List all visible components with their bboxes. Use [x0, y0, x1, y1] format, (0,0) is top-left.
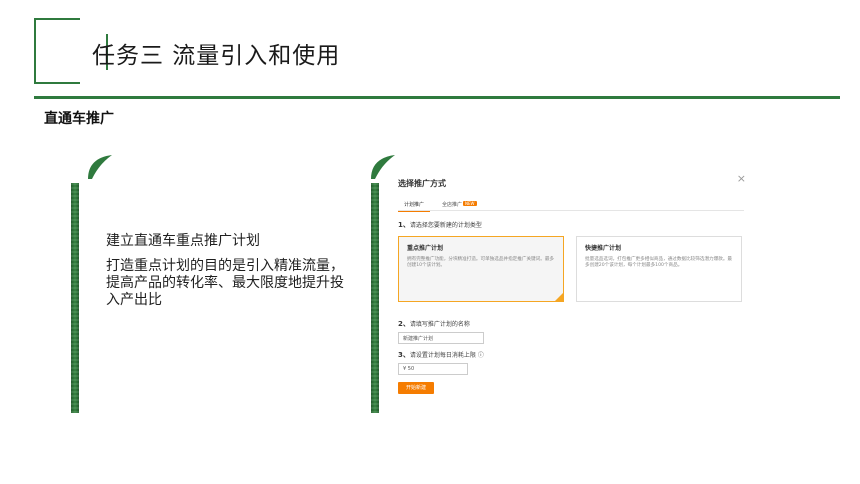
title-underline	[34, 96, 840, 99]
plan-name-input[interactable]: 新建推广计划	[398, 332, 484, 344]
close-icon[interactable]: ×	[737, 172, 746, 185]
budget-input[interactable]: ¥ 50	[398, 363, 468, 375]
step1-label: 1、请选择您要新建的计划类型	[398, 221, 482, 229]
dialog-title: 选择推广方式	[398, 179, 446, 188]
info-icon[interactable]: ⓘ	[478, 352, 484, 359]
step2-label: 2、请填写推广计划的名称	[398, 320, 470, 328]
selected-corner-icon	[555, 293, 563, 301]
left-bar	[71, 183, 79, 413]
new-badge: NEW	[463, 201, 477, 206]
card-quick-plan[interactable]: 快捷推广计划 批量选品选词，打包推广更多相似商品，通过数据比较筛选潜力爆款。最多…	[576, 236, 742, 302]
start-create-button[interactable]: 开始新建	[398, 382, 434, 394]
promotion-dialog: 选择推广方式 × 计划推广 全店推广 NEW 1、请选择您要新建的计划类型 重点推…	[392, 170, 758, 400]
slide: 任务三 流量引入和使用 直通车推广 建立直通车重点推广计划 打造重点计划的目的是…	[0, 0, 860, 484]
section-heading: 直通车推广	[44, 111, 114, 127]
slide-title: 任务三 流量引入和使用	[92, 43, 341, 69]
left-text-line2: 打造重点计划的目的是引入精准流量，提高产品的转化率、最大限度地提升投入产出比	[106, 258, 344, 308]
leaf-icon	[88, 155, 112, 179]
card-key-plan[interactable]: 重点推广计划 拥有完整推广功能，分块精准打造。可单独选品并指定推广关键词。最多创…	[398, 236, 564, 302]
step3-label: 3、请设置计划每日消耗上限 ⓘ	[398, 351, 484, 359]
left-text-line1: 建立直通车重点推广计划	[106, 233, 260, 249]
right-bar	[371, 183, 379, 413]
left-text-block: 建立直通车重点推广计划 打造重点计划的目的是引入精准流量，提高产品的转化率、最大…	[106, 233, 346, 317]
